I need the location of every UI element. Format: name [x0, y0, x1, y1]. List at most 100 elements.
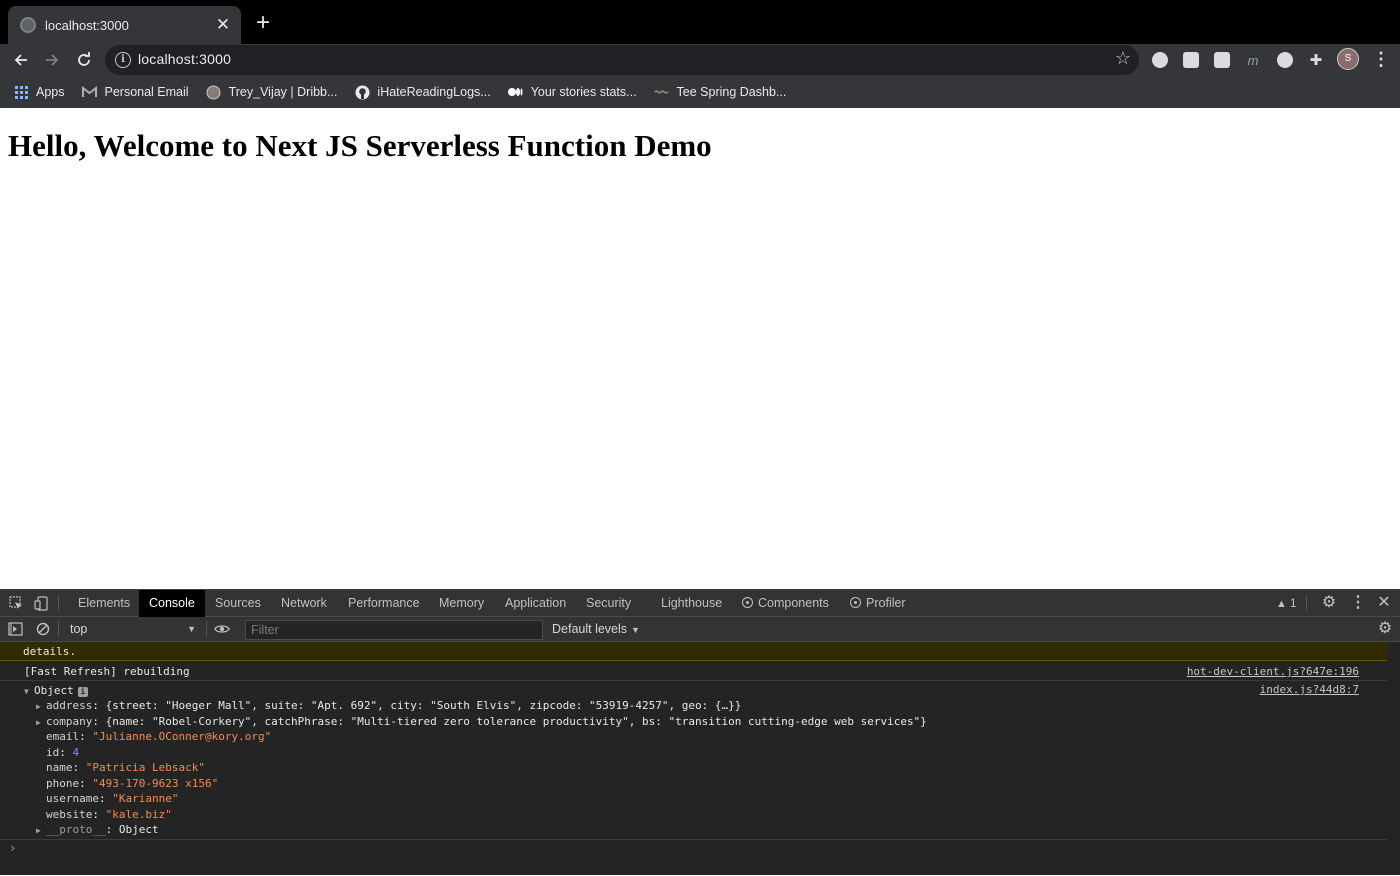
property-value: 4: [72, 745, 80, 759]
toolbar-separator: [1306, 595, 1307, 611]
browser-tab[interactable]: localhost:3000 ✕: [8, 6, 241, 44]
tab-profiler[interactable]: Profiler: [840, 590, 916, 617]
close-tab-icon[interactable]: ✕: [215, 16, 231, 33]
browser-menu-icon[interactable]: ⋮: [1372, 49, 1390, 69]
object-property[interactable]: ▶ company: {name: "Robel-Corkery", catchP…: [36, 714, 927, 730]
collapsed-triangle-icon: ▶: [36, 717, 41, 727]
tab-memory[interactable]: Memory: [429, 590, 494, 617]
medium-extension-icon[interactable]: m: [1243, 50, 1263, 70]
tab-label: Profiler: [866, 596, 906, 610]
tab-components[interactable]: Components: [732, 590, 839, 617]
bookmark-apps[interactable]: Apps: [13, 84, 65, 100]
tab-security[interactable]: Security: [576, 590, 641, 617]
bookmark-dribbble[interactable]: Trey_Vijay | Dribb...: [206, 84, 338, 100]
property-value: {name: "Robel-Corkery", catchPhrase: "Mu…: [105, 714, 927, 728]
profile-avatar[interactable]: S: [1337, 48, 1359, 70]
toolbar-separator: [58, 621, 59, 637]
tab-strip: localhost:3000 ✕ +: [0, 0, 1400, 44]
bookmark-label: Trey_Vijay | Dribb...: [228, 85, 338, 99]
devtools-menu-icon[interactable]: ⋮: [1350, 594, 1366, 612]
site-info-icon[interactable]: i: [115, 52, 131, 68]
back-button[interactable]: [7, 46, 35, 74]
console-warning-row: details.: [0, 642, 1387, 661]
object-header[interactable]: ▼ Object i: [24, 683, 88, 699]
browser-toolbar: i localhost:3000 ☆ m ✚ S ⋮: [0, 44, 1400, 76]
property-value: "Patricia Lebsack": [85, 761, 205, 774]
colon: :: [72, 761, 86, 774]
warning-icon: ▲: [1276, 598, 1287, 610]
bookmark-star-icon[interactable]: ☆: [1115, 48, 1131, 69]
console-object-row: ▼ Object i index.js?44d8:7 ▶ address: {stre…: [0, 682, 1387, 840]
react-icon: [742, 597, 753, 608]
gmail-icon: [82, 84, 98, 100]
tab-application[interactable]: Application: [495, 590, 576, 617]
bookmarks-bar: Apps Personal Email Trey_Vijay | Dribb..…: [0, 76, 1400, 108]
devtools-tab-bar: Elements Console Sources Network Perform…: [0, 590, 1400, 617]
console-filter-input[interactable]: Filter: [245, 620, 543, 640]
tab-lighthouse[interactable]: Lighthouse: [651, 590, 732, 617]
warning-counter[interactable]: ▲ 1: [1276, 596, 1297, 610]
tab-performance[interactable]: Performance: [338, 590, 430, 617]
tab-elements[interactable]: Elements: [68, 590, 140, 617]
live-expression-eye-icon[interactable]: [213, 621, 231, 637]
console-settings-icon[interactable]: ⚙: [1376, 620, 1394, 638]
devtools-close-icon[interactable]: ✕: [1376, 594, 1392, 612]
object-property: website: "kale.biz": [46, 807, 172, 823]
source-link[interactable]: index.js?44d8:7: [1260, 683, 1359, 696]
react-icon: [850, 597, 861, 608]
object-property: phone: "493-170-9623 x156": [46, 776, 218, 792]
devtools-panel: Elements Console Sources Network Perform…: [0, 589, 1400, 875]
bookmark-github[interactable]: iHateReadingLogs...: [354, 84, 491, 100]
devtools-settings-icon[interactable]: ⚙: [1320, 594, 1338, 612]
log-levels-dropdown[interactable]: Default levels ▼: [552, 620, 640, 639]
bookmark-personal-email[interactable]: Personal Email: [82, 84, 189, 100]
globe-icon: [20, 17, 36, 33]
address-bar[interactable]: i localhost:3000 ☆: [105, 45, 1139, 75]
object-property[interactable]: ▶ __proto__: Object: [36, 822, 159, 838]
colon: :: [92, 714, 106, 728]
console-toolbar: top ▼ Filter Default levels ▼ ⚙: [0, 617, 1400, 642]
bookmark-teespring[interactable]: Tee Spring Dashb...: [654, 84, 787, 100]
property-key: username: [46, 792, 99, 805]
property-key: company: [46, 714, 93, 728]
tab-network[interactable]: Network: [271, 590, 337, 617]
property-value: "Julianne.OConner@kory.org": [92, 730, 272, 743]
forward-button[interactable]: [38, 46, 66, 74]
property-key: __proto__: [46, 823, 106, 836]
device-toolbar-icon[interactable]: [32, 595, 50, 611]
github-icon: [354, 84, 370, 100]
bookmark-label: Tee Spring Dashb...: [676, 85, 787, 99]
property-key: email: [46, 730, 80, 743]
puzzle-extensions-icon[interactable]: ✚: [1306, 50, 1326, 70]
tab-console[interactable]: Console: [139, 590, 205, 617]
mail-extension-icon[interactable]: [1181, 50, 1201, 70]
page-heading: Hello, Welcome to Next JS Serverless Fun…: [8, 128, 712, 163]
bookmark-label: Your stories stats...: [530, 85, 637, 99]
bookmark-medium[interactable]: Your stories stats...: [508, 84, 637, 100]
tab-sources[interactable]: Sources: [205, 590, 271, 617]
object-property[interactable]: ▶ address: {street: "Hoeger Mall", suite:…: [36, 698, 741, 714]
clear-console-icon[interactable]: [34, 621, 52, 637]
toolbar-separator: [58, 595, 59, 611]
video-extension-icon[interactable]: [1212, 50, 1232, 70]
object-property: name: "Patricia Lebsack": [46, 760, 205, 776]
source-link[interactable]: hot-dev-client.js?647e:196: [1187, 665, 1359, 678]
new-tab-button[interactable]: +: [252, 11, 274, 35]
context-selector[interactable]: top ▼: [62, 619, 202, 639]
url-text[interactable]: localhost:3000: [138, 51, 231, 67]
console-log-row: [Fast Refresh] rebuilding hot-dev-client…: [0, 661, 1387, 681]
colon: :: [79, 730, 93, 743]
object-property: email: "Julianne.OConner@kory.org": [46, 729, 271, 745]
inspect-element-icon[interactable]: [7, 595, 25, 611]
sidebar-toggle-icon[interactable]: [6, 621, 24, 637]
tab-label: Components: [758, 596, 829, 610]
console-prompt-icon[interactable]: ›: [9, 841, 16, 855]
bookmark-label: Apps: [36, 85, 65, 99]
info-icon: i: [77, 687, 88, 697]
colon: :: [79, 776, 93, 790]
grammarly-extension-icon[interactable]: [1150, 50, 1170, 70]
reload-button[interactable]: [70, 46, 98, 74]
toolbar-separator: [206, 621, 207, 637]
teespring-icon: [654, 84, 670, 100]
cookie-extension-icon[interactable]: [1275, 50, 1295, 70]
